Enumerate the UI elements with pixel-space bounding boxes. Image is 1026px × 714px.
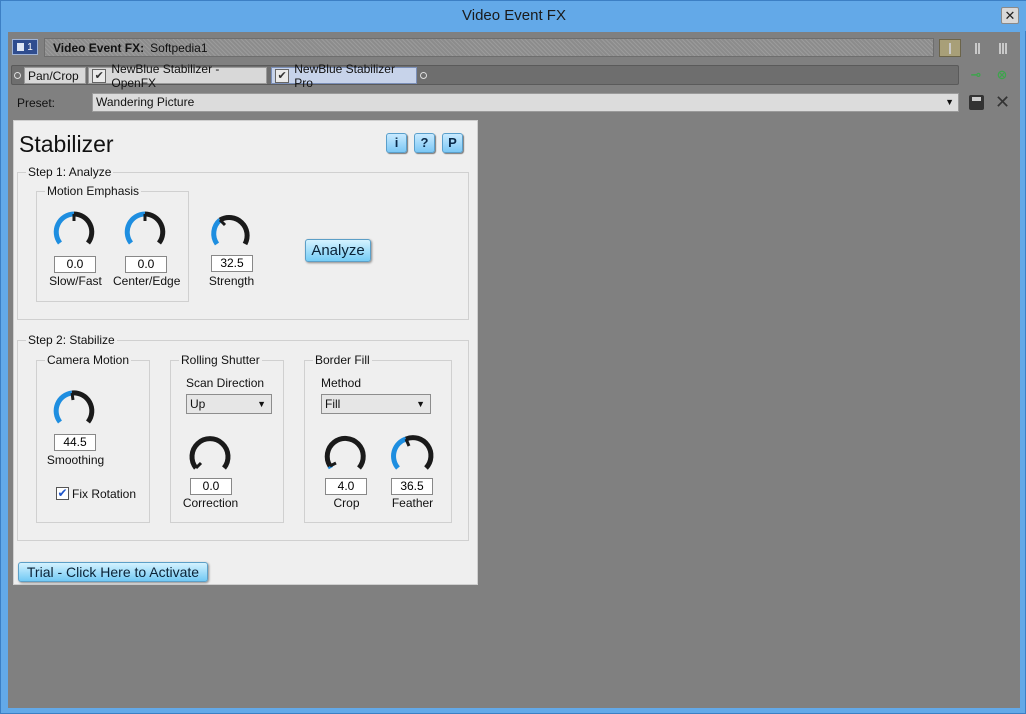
info-button[interactable]: i — [386, 133, 407, 153]
step2-group: Step 2: Stabilize Camera Motion 44.5 Smo… — [17, 333, 469, 541]
camera-motion-label: Camera Motion — [45, 353, 132, 367]
step2-label: Step 2: Stabilize — [26, 333, 117, 347]
plugin-label: NewBlue Stabilizer Pro — [294, 61, 395, 90]
scan-direction-label: Scan Direction — [186, 376, 265, 390]
correction-value[interactable]: 0.0 — [190, 478, 232, 495]
correction-knob[interactable] — [187, 433, 233, 475]
fix-rotation-checkbox[interactable]: ✔ — [56, 487, 69, 500]
client-area: 1 Video Event FX: Softpedia1 Pan/Crop ✔ … — [8, 32, 1020, 708]
plugin-stabilizer-pro[interactable]: ✔ NewBlue Stabilizer Pro — [271, 62, 417, 90]
slow-fast-label: Slow/Fast — [49, 274, 102, 288]
strength-knob[interactable] — [208, 209, 254, 251]
double-column-icon — [974, 42, 980, 54]
camera-motion-group: Camera Motion 44.5 Smoothing ✔ Fix Rotat… — [36, 353, 150, 523]
step1-label: Step 1: Analyze — [26, 165, 114, 179]
triple-column-icon — [999, 42, 1007, 54]
motion-emphasis-group: Motion Emphasis 0.0 Slow/Fast 0.0 Center… — [36, 184, 189, 302]
view-double-button[interactable] — [966, 39, 988, 57]
feather-value[interactable]: 36.5 — [391, 478, 433, 495]
crop-knob[interactable] — [322, 433, 368, 475]
plugin-chain: Pan/Crop ✔ NewBlue Stabilizer - OpenFX ✔… — [11, 62, 959, 90]
window: Video Event FX ✕ 1 Video Event FX: Softp… — [0, 0, 1026, 714]
stabilizer-panel: Stabilizer i ? P Step 1: Analyze Motion … — [13, 120, 478, 585]
panel-title: Stabilizer — [19, 131, 114, 157]
preset-value: Wandering Picture — [96, 95, 195, 109]
slow-fast-value[interactable]: 0.0 — [54, 256, 96, 273]
plugin-chain-icon[interactable]: ⊸ — [966, 67, 986, 83]
event-fx-label: Video Event FX: — [53, 40, 145, 55]
track-badge[interactable]: 1 — [12, 39, 38, 55]
scan-direction-dropdown[interactable]: Up ▼ — [186, 394, 272, 414]
scan-direction-value: Up — [190, 397, 206, 411]
preset-dropdown[interactable]: Wandering Picture ▼ — [92, 93, 959, 112]
single-column-icon — [949, 42, 951, 54]
border-fill-group: Border Fill Method Fill ▼ 4.0 Crop 36.5 … — [304, 353, 452, 523]
presets-button[interactable]: P — [442, 133, 463, 153]
trial-activate-button[interactable]: Trial - Click Here to Activate — [18, 562, 208, 582]
plugin-pan-crop[interactable]: Pan/Crop — [24, 67, 86, 84]
step1-group: Step 1: Analyze Motion Emphasis 0.0 Slow… — [17, 165, 469, 320]
center-edge-value[interactable]: 0.0 — [125, 256, 167, 273]
plugin-stabilizer-openfx[interactable]: ✔ NewBlue Stabilizer - OpenFX — [88, 62, 267, 90]
correction-label: Correction — [182, 496, 239, 510]
track-number: 1 — [27, 41, 33, 53]
feather-knob[interactable] — [389, 433, 435, 475]
chain-start-icon — [14, 72, 21, 79]
remove-plugin-icon[interactable]: ⊗ — [992, 67, 1012, 83]
event-header-bar: Video Event FX: Softpedia1 — [44, 38, 934, 57]
video-track-icon — [17, 43, 25, 51]
motion-emphasis-label: Motion Emphasis — [45, 184, 142, 198]
plugin-label: Pan/Crop — [28, 68, 79, 83]
rolling-shutter-group: Rolling Shutter Scan Direction Up ▼ 0.0 … — [170, 353, 284, 523]
plugin-label: NewBlue Stabilizer - OpenFX — [111, 61, 220, 90]
method-value: Fill — [325, 397, 341, 411]
feather-label: Feather — [391, 496, 434, 510]
crop-value[interactable]: 4.0 — [325, 478, 367, 495]
center-edge-label: Center/Edge — [113, 274, 181, 288]
method-label: Method — [321, 376, 362, 390]
smoothing-label: Smoothing — [46, 453, 105, 467]
crop-label: Crop — [333, 496, 360, 510]
view-triple-button[interactable] — [992, 39, 1014, 57]
smoothing-value[interactable]: 44.5 — [54, 434, 96, 451]
plugin-enable-checkbox[interactable]: ✔ — [92, 68, 107, 83]
chevron-down-icon: ▼ — [257, 399, 266, 409]
fix-rotation-label: Fix Rotation — [72, 487, 137, 501]
method-dropdown[interactable]: Fill ▼ — [321, 394, 431, 414]
event-fx-name: Softpedia1 — [150, 40, 208, 55]
border-fill-label: Border Fill — [313, 353, 372, 367]
help-button[interactable]: ? — [414, 133, 435, 153]
header-row: 1 Video Event FX: Softpedia1 — [8, 37, 1020, 59]
chevron-down-icon: ▼ — [416, 399, 425, 409]
slow-fast-knob[interactable] — [51, 208, 97, 250]
strength-label: Strength — [208, 274, 255, 288]
chain-end-icon — [420, 72, 427, 79]
delete-preset-icon[interactable]: ✕ — [995, 92, 1010, 112]
rolling-shutter-label: Rolling Shutter — [179, 353, 262, 367]
plugin-enable-checkbox[interactable]: ✔ — [275, 68, 290, 83]
preset-label: Preset: — [17, 96, 56, 110]
analyze-button[interactable]: Analyze — [305, 239, 371, 262]
view-single-button[interactable] — [939, 39, 961, 57]
window-title: Video Event FX — [462, 7, 566, 24]
center-edge-knob[interactable] — [122, 208, 168, 250]
close-button[interactable]: ✕ — [1001, 7, 1019, 24]
strength-value[interactable]: 32.5 — [211, 255, 253, 272]
close-icon: ✕ — [1004, 8, 1016, 23]
smoothing-knob[interactable] — [51, 387, 97, 429]
title-bar[interactable]: Video Event FX ✕ — [1, 1, 1026, 31]
chevron-down-icon: ▼ — [945, 97, 954, 107]
save-preset-icon[interactable] — [969, 95, 984, 110]
